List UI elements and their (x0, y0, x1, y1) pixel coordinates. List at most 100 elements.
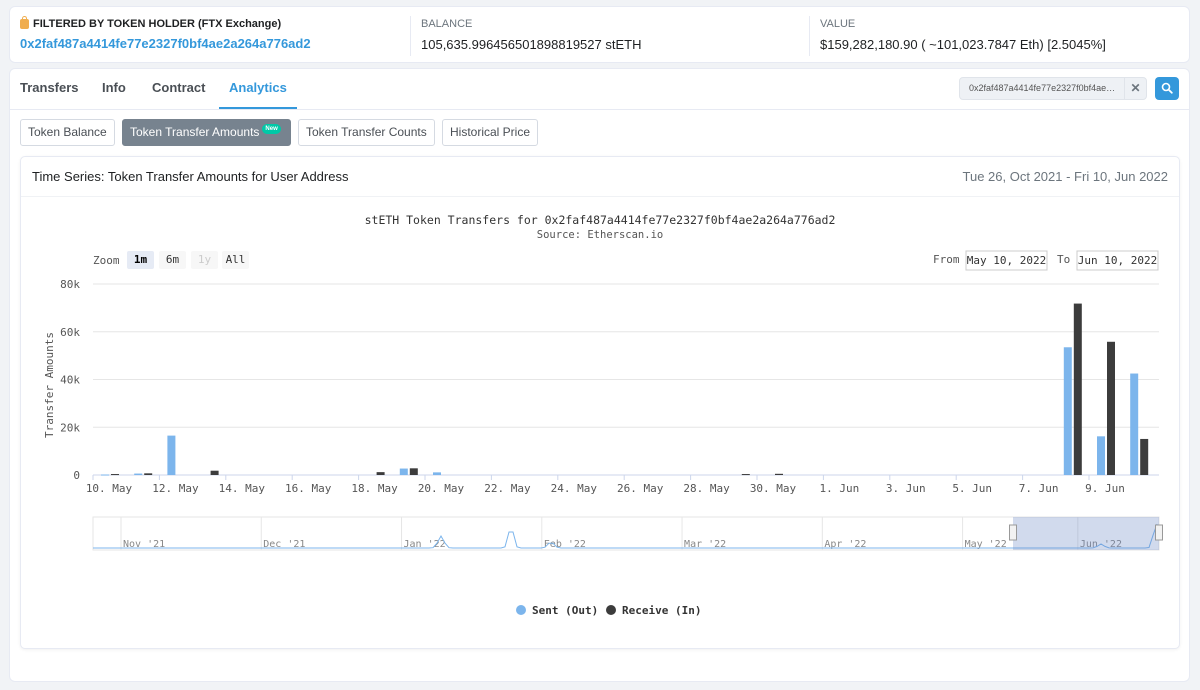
bar-receive[interactable] (210, 470, 219, 475)
zoom-6m-label: 6m (166, 253, 180, 266)
legend-item-receive[interactable]: Receive (In) (606, 604, 701, 617)
bar-series (101, 303, 1149, 476)
transfer-amounts-chart: stETH Token Transfers for 0x2faf487a4414… (43, 213, 1163, 617)
bar-receive[interactable] (376, 472, 385, 475)
x-tick-label: 1. Jun (820, 482, 860, 495)
navigator-selection[interactable] (1013, 517, 1159, 550)
chart-subtitle: Source: Etherscan.io (537, 229, 663, 241)
search-input[interactable]: 0x2faf487a4414fe77e2327f0bf4ae2a264a776a… (959, 77, 1147, 100)
subtab-token-transfer-amounts[interactable]: Token Transfer Amounts New (122, 119, 291, 146)
search-input-value: 0x2faf487a4414fe77e2327f0bf4ae2a264a776a… (969, 83, 1119, 93)
value-section: VALUE $159,282,180.90 ( ~101,023.7847 Et… (809, 16, 1179, 56)
filter-address-link[interactable]: 0x2faf487a4414fe77e2327f0bf4ae2a264a776a… (20, 36, 311, 51)
legend-sent-label: Sent (Out) (532, 604, 598, 617)
bar-receive[interactable] (1140, 438, 1149, 475)
x-tick-label: 14. May (219, 482, 266, 495)
to-label: To (1057, 253, 1070, 266)
summary-card: FILTERED BY TOKEN HOLDER (FTX Exchange) … (9, 6, 1190, 63)
bar-receive[interactable] (741, 474, 750, 476)
x-tick-label: 22. May (484, 482, 531, 495)
zoom-1m-label: 1m (134, 253, 148, 266)
y-grid (93, 283, 1159, 476)
clear-search-button[interactable]: ✕ (1124, 78, 1146, 99)
x-tick-label: 24. May (551, 482, 598, 495)
zoom-1y-label: 1y (198, 253, 212, 266)
balance-value: 105,635.996456501898819527 stETH (421, 37, 642, 52)
navigator-right-handle[interactable] (1155, 524, 1163, 541)
x-tick-label: 30. May (750, 482, 797, 495)
balance-section: BALANCE 105,635.996456501898819527 stETH (410, 16, 800, 56)
y-axis-title: Transfer Amounts (43, 332, 56, 438)
from-date-input[interactable]: May 10, 2022 (965, 250, 1048, 271)
to-date-value: Jun 10, 2022 (1078, 254, 1157, 267)
bar-receive[interactable] (1107, 341, 1115, 475)
from-label: From (933, 253, 960, 266)
bar-sent[interactable] (1130, 373, 1139, 475)
x-tick-label: 3. Jun (886, 482, 926, 495)
y-axis-ticks: 0 20k 40k 60k 80k (60, 278, 80, 482)
search-icon (1161, 82, 1173, 94)
bar-sent[interactable] (433, 472, 441, 475)
subtab-historical-price[interactable]: Historical Price (442, 119, 539, 146)
tab-bar: Transfers Info Contract Analytics 0x2faf… (10, 69, 1189, 110)
x-tick-label: 20. May (418, 482, 465, 495)
zoom-button-1m[interactable]: 1m (127, 251, 154, 269)
x-tick-label: 18. May (351, 482, 398, 495)
x-tick-label: 28. May (683, 482, 730, 495)
chart-title: stETH Token Transfers for 0x2faf487a4414… (365, 213, 836, 227)
bar-sent[interactable] (134, 473, 143, 475)
range-navigator[interactable]: Nov '21 Dec '21 Jan '22 Feb '22 Mar '22 Apr '… (92, 516, 1163, 551)
subtab-token-balance[interactable]: Token Balance (20, 119, 115, 146)
x-tick-label: 10. May (86, 482, 133, 495)
chart-card-title: Time Series: Token Transfer Amounts for … (32, 169, 349, 184)
subtab-label: Token Transfer Amounts (130, 125, 260, 139)
legend-receive-marker (606, 605, 616, 615)
x-tick-label: 16. May (285, 482, 332, 495)
legend-item-sent[interactable]: Sent (Out) (516, 604, 598, 617)
y-tick-label: 0 (73, 469, 80, 482)
tab-transfers[interactable]: Transfers (20, 69, 79, 109)
bar-sent[interactable] (399, 468, 408, 475)
bar-receive[interactable] (111, 474, 119, 476)
balance-label: BALANCE (421, 18, 473, 30)
bar-receive[interactable] (775, 473, 783, 475)
value-value: $159,282,180.90 ( ~101,023.7847 Eth) [2.… (820, 37, 1106, 52)
y-tick-label: 80k (60, 278, 80, 291)
zoom-button-1y: 1y (191, 251, 218, 269)
navigator-left-handle[interactable] (1009, 524, 1017, 541)
main-card: Transfers Info Contract Analytics 0x2faf… (9, 68, 1190, 682)
x-tick-label: 5. Jun (952, 482, 992, 495)
bar-sent[interactable] (101, 474, 109, 476)
y-tick-label: 60k (60, 326, 80, 339)
search-button[interactable] (1155, 77, 1179, 100)
x-axis-ticks: 10. May 12. May 14. May 16. May 18. May 20. M… (86, 475, 1125, 495)
lock-icon (20, 16, 29, 29)
to-date-input[interactable]: Jun 10, 2022 (1076, 250, 1159, 271)
filter-label-text: FILTERED BY TOKEN HOLDER (FTX Exchange) (33, 18, 282, 30)
x-tick-label: 12. May (152, 482, 199, 495)
legend-sent-marker (516, 605, 526, 615)
bar-sent[interactable] (1097, 436, 1105, 475)
x-tick-label: 26. May (617, 482, 664, 495)
y-tick-label: 40k (60, 374, 80, 387)
bar-receive[interactable] (409, 468, 418, 475)
x-tick-label: 7. Jun (1019, 482, 1059, 495)
filter-label: FILTERED BY TOKEN HOLDER (FTX Exchange) (20, 16, 282, 30)
x-tick-label: 9. Jun (1085, 482, 1125, 495)
y-tick-label: 20k (60, 421, 80, 434)
zoom-all-label: All (226, 253, 246, 266)
from-date-value: May 10, 2022 (967, 254, 1046, 267)
tab-analytics[interactable]: Analytics (219, 69, 297, 109)
legend: Sent (Out) Receive (In) (516, 604, 701, 617)
bar-receive[interactable] (1073, 303, 1082, 475)
zoom-button-all[interactable]: All (222, 251, 249, 269)
tab-info[interactable]: Info (102, 69, 126, 109)
subtab-token-transfer-counts[interactable]: Token Transfer Counts (298, 119, 435, 146)
new-badge: New (262, 124, 281, 134)
bar-sent[interactable] (1063, 347, 1072, 475)
filter-section: FILTERED BY TOKEN HOLDER (FTX Exchange) … (20, 7, 400, 62)
tab-contract[interactable]: Contract (152, 69, 205, 109)
zoom-button-6m[interactable]: 6m (159, 251, 186, 269)
bar-receive[interactable] (144, 473, 153, 475)
bar-sent[interactable] (167, 435, 176, 475)
